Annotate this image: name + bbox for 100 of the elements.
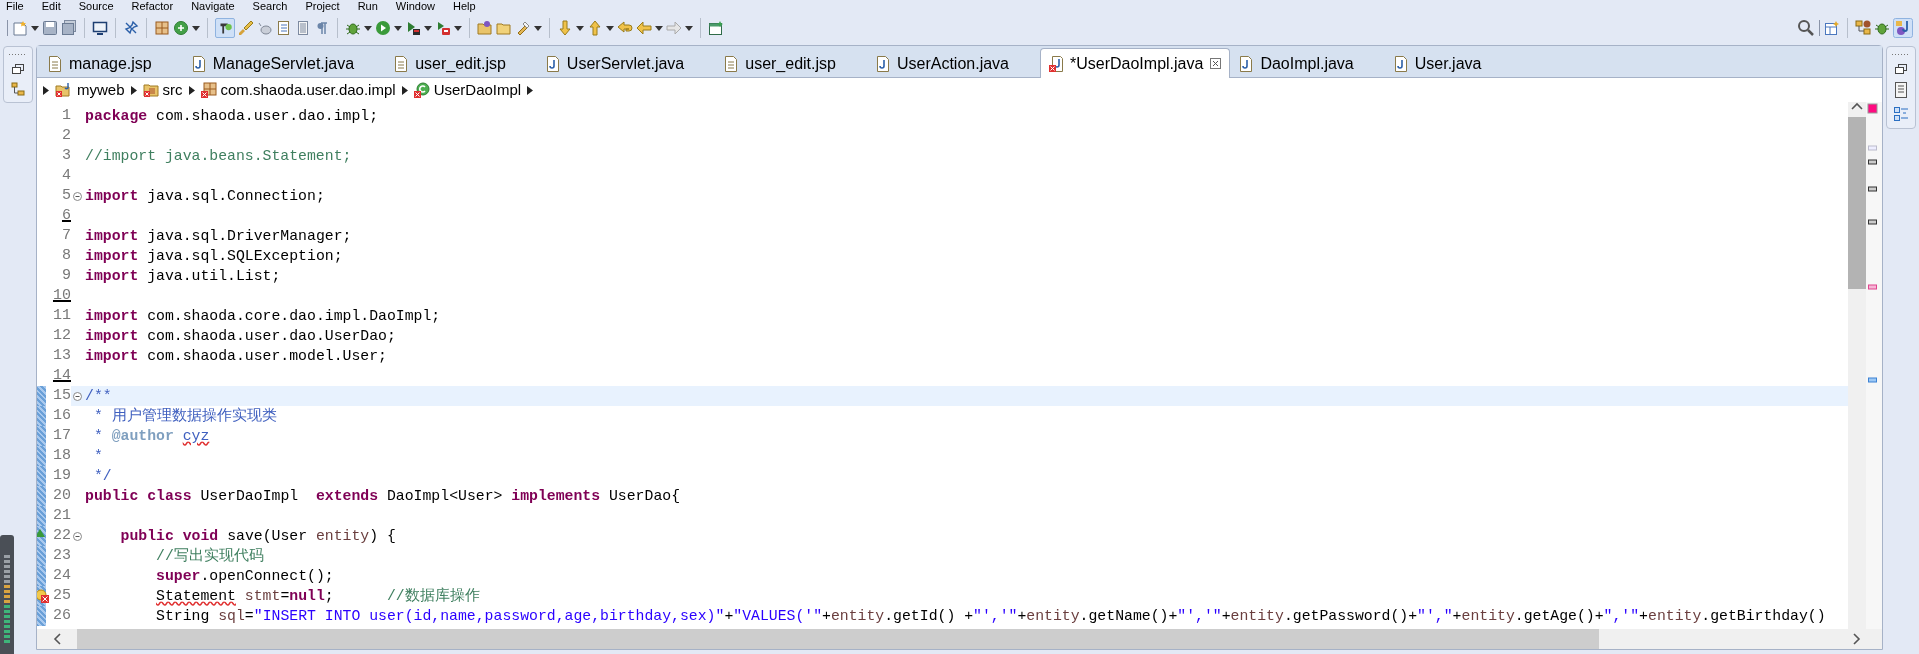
java-file-icon <box>875 55 890 72</box>
caret-icon[interactable] <box>606 25 614 31</box>
editor-tab[interactable]: manage.jsp <box>39 49 183 77</box>
file-icon <box>724 55 739 72</box>
package-folder-icon <box>142 82 159 98</box>
code-line: package com.shaoda.user.dao.impl; <box>84 107 379 126</box>
run-tool-icon[interactable] <box>405 20 421 36</box>
chevron-icon[interactable] <box>188 85 195 95</box>
plus-circle-icon[interactable] <box>173 20 189 36</box>
scroll-up-icon[interactable] <box>1851 102 1863 110</box>
flashlight-icon[interactable] <box>515 20 531 36</box>
menu-item[interactable]: Help <box>453 0 476 13</box>
toggle-icon <box>215 18 235 38</box>
document-icon[interactable] <box>1894 82 1908 98</box>
menu-item[interactable]: Search <box>252 0 288 13</box>
hierarchy-icon[interactable] <box>1855 20 1871 36</box>
close-icon[interactable] <box>1210 58 1222 69</box>
window-icon[interactable] <box>708 20 724 36</box>
editor-tab[interactable]: User.java <box>1384 49 1513 77</box>
editor-tab[interactable]: user_edit.jsp <box>385 49 537 77</box>
caret-icon[interactable] <box>454 25 462 31</box>
menu-item[interactable]: Navigate <box>191 0 235 13</box>
bug-icon[interactable] <box>345 20 361 36</box>
restore-icon[interactable] <box>1895 64 1907 74</box>
hierarchy-icon[interactable] <box>11 82 25 96</box>
caret-icon[interactable] <box>424 25 432 31</box>
code-line: //写出实现代码 <box>155 546 264 566</box>
fold-icon[interactable] <box>72 531 82 541</box>
caret-icon[interactable] <box>534 25 542 31</box>
chevron-icon[interactable] <box>43 85 49 95</box>
breadcrumb-item[interactable]: UserDaoImpl <box>433 78 522 102</box>
open-perspective-icon[interactable] <box>1824 20 1840 36</box>
file-icon <box>48 55 62 72</box>
editor-tab[interactable]: UserServlet.java <box>536 49 716 77</box>
code-line: import java.sql.DriverManager; <box>84 227 352 246</box>
editor-tab[interactable]: DaoImpl.java <box>1230 49 1385 77</box>
breadcrumb-item[interactable]: com.shaoda.user.dao.impl <box>220 78 396 102</box>
monitor-icon[interactable] <box>92 20 108 36</box>
code-line: public void save(User entity) { <box>119 527 396 546</box>
code-line: import com.shaoda.user.dao.UserDao; <box>84 327 396 346</box>
save-icon[interactable] <box>42 20 58 36</box>
search-icon[interactable] <box>1797 19 1815 37</box>
menu-item[interactable]: Source <box>78 0 114 13</box>
grip-icon[interactable] <box>1818 19 1821 37</box>
menu-item[interactable]: Refactor <box>131 0 174 13</box>
caret-icon[interactable] <box>576 25 584 31</box>
class-icon <box>413 82 430 98</box>
scrollbar-thumb[interactable] <box>1848 117 1866 289</box>
code-line: String sql="INSERT INTO user(id,name,password,age,birthday,sex)"+"VALUES('"+entity.getId() +"','"+entity.getName()+"','"+entity.getPassword()+"',"+entity.getAge()+",'"+entity.getBirthday() <box>155 607 1826 626</box>
grip-icon[interactable] <box>9 53 27 56</box>
menu-item[interactable]: Project <box>305 0 340 13</box>
restore-icon[interactable] <box>12 64 24 74</box>
editor-tab[interactable]: user_edit.jsp <box>715 49 867 77</box>
code-line: //import java.beans.Statement; <box>84 147 352 166</box>
document-icon[interactable] <box>276 20 292 36</box>
caret-icon[interactable] <box>192 25 200 31</box>
chevron-icon[interactable] <box>401 85 408 95</box>
line-number: 15 <box>46 386 71 406</box>
editor-tab[interactable]: *UserDaoImpl.java <box>1040 48 1231 78</box>
package-icon[interactable] <box>154 20 170 36</box>
grip-icon[interactable] <box>6 19 9 37</box>
code-line: */ <box>92 467 112 486</box>
scrollbar-thumb[interactable] <box>77 629 1599 649</box>
brush-icon[interactable] <box>238 20 254 36</box>
breadcrumb-item[interactable]: src <box>162 78 183 102</box>
pin-icon[interactable] <box>123 20 139 36</box>
save-all-icon[interactable] <box>61 20 77 36</box>
toolbox-icon[interactable] <box>435 20 451 36</box>
code-line: import java.util.List; <box>84 267 281 286</box>
chevron-icon[interactable] <box>130 85 137 95</box>
fold-icon[interactable] <box>72 191 82 201</box>
caret-icon[interactable] <box>364 25 372 31</box>
code-line: * <box>92 447 103 466</box>
editor-tab[interactable]: UserAction.java <box>866 49 1040 77</box>
code-line: super.openConnect(); <box>155 567 334 586</box>
caret-icon[interactable] <box>394 25 402 31</box>
outline-icon[interactable] <box>1893 106 1909 122</box>
code-line: import java.sql.SQLException; <box>84 247 343 266</box>
editor-tab[interactable]: ManageServlet.java <box>182 49 386 77</box>
bug-icon[interactable] <box>1874 20 1890 36</box>
fold-icon[interactable] <box>72 391 82 401</box>
caret-icon[interactable] <box>31 25 39 31</box>
folder-icon[interactable] <box>477 20 493 36</box>
code-line: /** <box>84 387 112 406</box>
menu-item[interactable]: Edit <box>41 0 61 13</box>
play-icon[interactable] <box>375 20 391 36</box>
caret-icon[interactable] <box>685 25 693 31</box>
menu-item[interactable]: Run <box>357 0 378 13</box>
menu-item[interactable]: Window <box>395 0 435 13</box>
code-line: public class UserDaoImpl extends DaoImpl<User> implements UserDao{ <box>84 487 681 506</box>
chevron-icon[interactable] <box>527 85 534 95</box>
code-line: import com.shaoda.user.model.User; <box>84 347 387 366</box>
code-line: * 用户管理数据操作实现类 <box>92 406 277 426</box>
caret-icon[interactable] <box>655 25 663 31</box>
document-lines-icon[interactable] <box>295 20 311 36</box>
grip-icon[interactable] <box>1892 53 1910 56</box>
menu-item[interactable]: File <box>6 0 24 13</box>
breadcrumb-item[interactable]: myweb <box>77 78 125 102</box>
java-file-icon <box>1239 55 1254 72</box>
java-perspective-icon[interactable] <box>1893 18 1913 38</box>
